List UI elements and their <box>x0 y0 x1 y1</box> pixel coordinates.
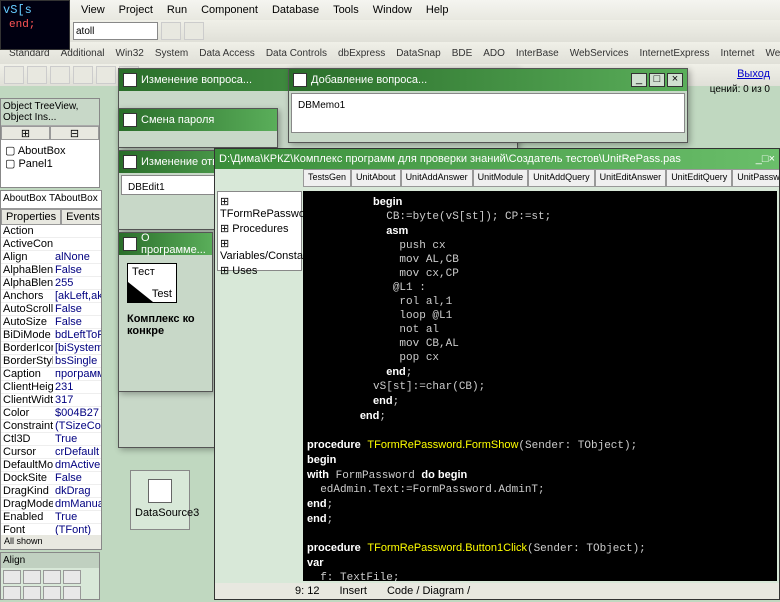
property-row[interactable]: BorderStylebsSingle <box>1 355 101 368</box>
code-tab[interactable]: UnitAddAnswer <box>401 169 473 187</box>
property-row[interactable]: DragKinddkDrag <box>1 485 101 498</box>
inspector-tab[interactable]: Events <box>61 209 102 225</box>
property-row[interactable]: DockSiteFalse <box>1 472 101 485</box>
palette-tab[interactable]: Internet <box>716 46 760 61</box>
close-icon[interactable]: × <box>769 153 775 165</box>
property-row[interactable]: Captionпрограмм <box>1 368 101 381</box>
inspector-tab[interactable]: Properties <box>1 209 61 225</box>
palette-tab[interactable]: WebServices <box>565 46 634 61</box>
property-row[interactable]: AutoScrollFalse <box>1 303 101 316</box>
form-icon <box>123 237 137 251</box>
property-row[interactable]: CursorcrDefault <box>1 446 101 459</box>
property-row[interactable]: Anchors[akLeft,akTop <box>1 290 101 303</box>
code-tab[interactable]: UnitModule <box>473 169 529 187</box>
property-row[interactable]: ActiveControl <box>1 238 101 251</box>
palette-tab[interactable]: BDE <box>447 46 478 61</box>
property-row[interactable]: Color$004B27 <box>1 407 101 420</box>
property-row[interactable]: Ctl3DTrue <box>1 433 101 446</box>
code-editor-window: D:\Дима\КРКZ\Комплекс программ для прове… <box>214 148 780 600</box>
property-row[interactable]: AlignalNone <box>1 251 101 264</box>
menu-window[interactable]: Window <box>367 2 418 18</box>
menu-view[interactable]: View <box>75 2 111 18</box>
form-change-password: Смена пароля <box>118 108 278 148</box>
palette-tab[interactable]: WebSnap <box>760 46 780 61</box>
property-row[interactable]: BorderIcons[biSystemM <box>1 342 101 355</box>
run-icon[interactable] <box>161 22 181 40</box>
palette-tab[interactable]: InternetExpress <box>634 46 714 61</box>
search-combo[interactable] <box>73 22 158 40</box>
tree-item[interactable]: ▢ AboutBox <box>5 144 95 157</box>
form-about: О программе... Тест Test Комплекс ко кон… <box>118 232 213 392</box>
component-palette: StandardAdditionalWin32SystemData Access… <box>0 42 780 64</box>
object-inspector: AboutBox TAboutBox PropertiesEvents Acti… <box>0 190 102 550</box>
align-palette: Align <box>0 552 100 600</box>
form-icon <box>123 113 137 127</box>
exit-link[interactable]: Выход <box>737 68 770 80</box>
tree-item[interactable]: ▢ Panel1 <box>5 157 95 170</box>
code-tab[interactable]: UnitPassword <box>732 169 779 187</box>
menu-help[interactable]: Help <box>420 2 455 18</box>
form-icon <box>123 73 137 87</box>
toolbar-main <box>0 20 780 42</box>
palette-tab[interactable]: DataSnap <box>391 46 445 61</box>
code-editor[interactable]: begin CB:=byte(vS[st]); CP:=st; asm push… <box>303 191 777 581</box>
palette-tab[interactable]: Data Controls <box>261 46 332 61</box>
palette-tab[interactable]: System <box>150 46 193 61</box>
menu-project[interactable]: Project <box>113 2 159 18</box>
property-row[interactable]: AlphaBlendFalse <box>1 264 101 277</box>
editor-tabs: TestsGenUnitAboutUnitAddAnswerUnitModule… <box>303 169 779 187</box>
property-row[interactable]: BiDiModebdLeftToRigh <box>1 329 101 342</box>
main-menu: ViewProjectRunComponentDatabaseToolsWind… <box>0 0 780 20</box>
maximize-icon[interactable]: □ <box>762 153 769 165</box>
inspector-object-combo[interactable]: AboutBox TAboutBox <box>1 191 101 209</box>
property-row[interactable]: EnabledTrue <box>1 511 101 524</box>
property-row[interactable]: Action <box>1 225 101 238</box>
code-tab[interactable]: UnitAbout <box>351 169 401 187</box>
pause-icon[interactable] <box>184 22 204 40</box>
menu-run[interactable]: Run <box>161 2 193 18</box>
preview-thumb: vS[s end; <box>0 0 70 50</box>
form-icon <box>293 73 307 87</box>
property-row[interactable]: ClientHeight231 <box>1 381 101 394</box>
property-row[interactable]: DragModedmManual <box>1 498 101 511</box>
code-tab[interactable]: UnitEditAnswer <box>595 169 667 187</box>
code-tab[interactable]: TestsGen <box>303 169 351 187</box>
code-tab[interactable]: UnitEditQuery <box>666 169 732 187</box>
menu-database[interactable]: Database <box>266 2 325 18</box>
property-row[interactable]: AlphaBlendVal255 <box>1 277 101 290</box>
palette-tab[interactable]: ADO <box>478 46 510 61</box>
dbmemo-field[interactable]: DBMemo1 <box>291 93 685 133</box>
property-row[interactable]: DefaultMonitordmActiveForm <box>1 459 101 472</box>
datasource-icon <box>148 479 172 503</box>
palette-tab[interactable]: Win32 <box>111 46 149 61</box>
property-row[interactable]: AutoSizeFalse <box>1 316 101 329</box>
palette-tab[interactable]: Data Access <box>194 46 260 61</box>
code-tab[interactable]: UnitAddQuery <box>528 169 595 187</box>
close-icon[interactable]: × <box>667 73 683 87</box>
datasource-component[interactable]: DataSource3 <box>130 470 190 530</box>
property-row[interactable]: Font(TFont) <box>1 524 101 535</box>
form-add-question: Добавление вопроса... _□× DBMemo1 <box>288 68 688 143</box>
form-icon <box>123 155 137 169</box>
code-explorer[interactable]: ⊞ TFormRePassword⊞ Procedures⊞ Variables… <box>217 191 302 271</box>
editor-statusbar: 9: 12 Insert Code / Diagram / <box>215 583 779 599</box>
palette-tab[interactable]: InterBase <box>511 46 564 61</box>
property-row[interactable]: Constraints(TSizeConstra <box>1 420 101 433</box>
menu-component[interactable]: Component <box>195 2 264 18</box>
palette-tab[interactable]: dbExpress <box>333 46 390 61</box>
object-treeview: Object TreeView, Object Ins... ⊞⊟ ▢ Abou… <box>0 98 100 188</box>
property-row[interactable]: ClientWidth317 <box>1 394 101 407</box>
menu-tools[interactable]: Tools <box>327 2 365 18</box>
count-label: цений: 0 из 0 <box>710 84 770 95</box>
minimize-icon[interactable]: _ <box>631 73 647 87</box>
maximize-icon[interactable]: □ <box>649 73 665 87</box>
